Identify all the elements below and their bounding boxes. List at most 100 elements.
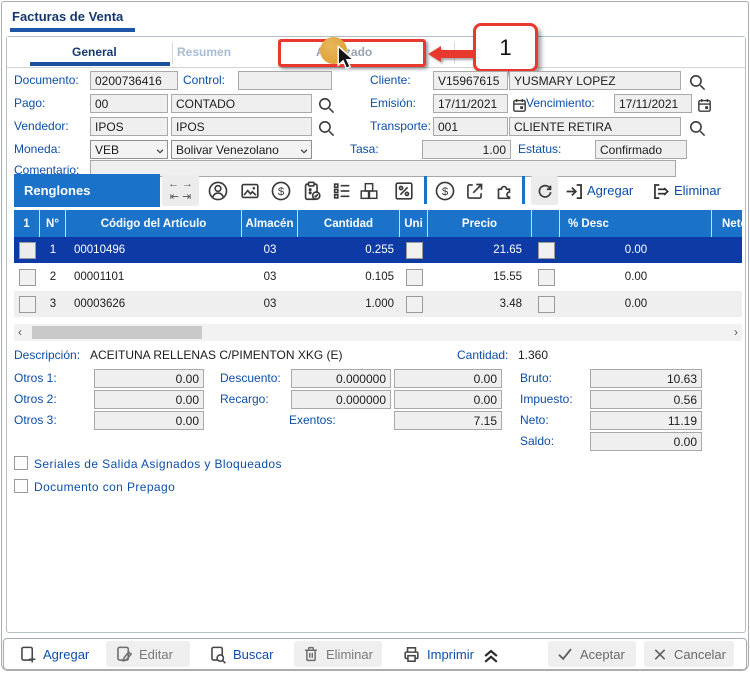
recargo-factor-input[interactable]: 0.000000 bbox=[291, 390, 391, 409]
cell-flag[interactable] bbox=[532, 264, 560, 290]
refresh-icon[interactable] bbox=[531, 176, 558, 205]
imprimir-button[interactable]: Imprimir bbox=[394, 641, 482, 667]
transporte-code-input[interactable]: 001 bbox=[433, 117, 508, 136]
vencimiento-calendar-icon[interactable] bbox=[692, 93, 716, 117]
col-header-cantidad[interactable]: Cantidad bbox=[298, 210, 400, 237]
exentos-label: Exentos: bbox=[289, 413, 336, 427]
documento-input[interactable]: 0200736416 bbox=[90, 71, 178, 90]
cliente-search-icon[interactable] bbox=[685, 70, 709, 94]
row-selector[interactable] bbox=[19, 242, 36, 259]
table-row[interactable]: 2 00001101 03 0.105 15.55 0.00 bbox=[14, 264, 742, 290]
pago-search-icon[interactable] bbox=[314, 93, 338, 117]
flag-checkbox[interactable] bbox=[538, 242, 555, 259]
eliminar-button[interactable]: Eliminar bbox=[294, 641, 382, 667]
cliente-name-input[interactable]: YUSMARY LOPEZ bbox=[509, 71, 681, 90]
otros3-input[interactable]: 0.00 bbox=[94, 411, 204, 430]
control-input[interactable] bbox=[238, 71, 332, 90]
list-icon[interactable] bbox=[330, 179, 354, 203]
stock-icon[interactable] bbox=[357, 179, 381, 203]
col-header-almacen[interactable]: Almacén bbox=[242, 210, 298, 237]
table-row[interactable]: 1 00010496 03 0.255 21.65 0.00 bbox=[14, 237, 742, 263]
add-row-icon[interactable] bbox=[562, 179, 586, 203]
tab-general[interactable]: General bbox=[72, 45, 117, 59]
cell-flag[interactable] bbox=[532, 291, 560, 317]
grid-eliminar-button[interactable]: Eliminar bbox=[674, 183, 721, 198]
image-icon[interactable] bbox=[238, 179, 262, 203]
editar-button[interactable]: Editar bbox=[106, 641, 190, 667]
vendedor-code-input[interactable]: IPOS bbox=[90, 117, 168, 136]
col-header-num[interactable]: N° bbox=[40, 210, 66, 237]
scroll-right-icon[interactable]: › bbox=[734, 325, 738, 339]
otros1-input[interactable]: 0.00 bbox=[94, 369, 204, 388]
cliente-code-input[interactable]: V15967615 bbox=[433, 71, 508, 90]
buscar-button[interactable]: Buscar bbox=[200, 641, 281, 667]
uni-checkbox[interactable] bbox=[406, 242, 423, 259]
scroll-left-icon[interactable]: ‹ bbox=[18, 325, 22, 339]
emision-input[interactable]: 17/11/2021 bbox=[433, 94, 508, 113]
pago-name-input[interactable]: CONTADO bbox=[171, 94, 312, 113]
discount-icon[interactable] bbox=[392, 179, 416, 203]
order-check-icon[interactable] bbox=[300, 179, 324, 203]
cancelar-button[interactable]: Cancelar bbox=[644, 641, 734, 667]
moneda-code-select[interactable]: VEB bbox=[90, 140, 168, 159]
col-header-desc[interactable]: % Desc bbox=[560, 210, 712, 237]
seriales-checkbox[interactable] bbox=[14, 456, 28, 470]
uni-checkbox[interactable] bbox=[406, 269, 423, 286]
transporte-search-icon[interactable] bbox=[685, 116, 709, 140]
descuento-factor-input[interactable]: 0.000000 bbox=[291, 369, 391, 388]
collapse-toolbar-icon[interactable] bbox=[479, 644, 503, 668]
cell-flag[interactable] bbox=[532, 237, 560, 263]
delete-row-icon[interactable] bbox=[649, 179, 673, 203]
flag-checkbox[interactable] bbox=[538, 296, 555, 313]
row-selector[interactable] bbox=[19, 269, 36, 286]
uni-checkbox[interactable] bbox=[406, 296, 423, 313]
prepago-checkbox[interactable] bbox=[14, 479, 28, 493]
trash-icon bbox=[302, 645, 320, 663]
export-icon[interactable] bbox=[462, 179, 486, 203]
col-header-neto[interactable]: Neto bbox=[712, 210, 742, 237]
currency-icon[interactable]: $ bbox=[433, 179, 457, 203]
descuento-input[interactable]: 0.00 bbox=[394, 369, 502, 388]
grid-agregar-button[interactable]: Agregar bbox=[587, 183, 633, 198]
row-select-cell[interactable] bbox=[14, 264, 40, 290]
tasa-label: Tasa: bbox=[350, 142, 379, 156]
col-header-codigo[interactable]: Código del Artículo bbox=[66, 210, 242, 237]
tasa-input[interactable]: 1.00 bbox=[422, 140, 511, 159]
cell-neto bbox=[712, 237, 742, 263]
cell-uni[interactable] bbox=[400, 291, 428, 317]
vendedor-label: Vendedor: bbox=[14, 119, 69, 133]
cell-uni[interactable] bbox=[400, 264, 428, 290]
col-header-sel[interactable]: 1 bbox=[14, 210, 40, 237]
cell-uni[interactable] bbox=[400, 237, 428, 263]
row-selector[interactable] bbox=[19, 296, 36, 313]
col-header-blank[interactable] bbox=[532, 210, 560, 237]
cell-desc: 0.00 bbox=[560, 264, 712, 290]
moneda-name-select[interactable]: Bolivar Venezolano bbox=[171, 140, 312, 159]
horizontal-scrollbar[interactable]: ‹ › bbox=[14, 324, 742, 341]
addon-icon[interactable] bbox=[492, 179, 516, 203]
aceptar-button[interactable]: Aceptar bbox=[548, 641, 636, 667]
buscar-button-label: Buscar bbox=[233, 647, 273, 662]
column-fit-icon[interactable]: ← →⇤ ⇥ bbox=[162, 175, 199, 206]
col-header-uni[interactable]: Uni bbox=[400, 210, 428, 237]
cell-codigo: 00003626 bbox=[66, 291, 242, 317]
tab-resumen[interactable]: Resumen bbox=[177, 45, 231, 59]
vencimiento-input[interactable]: 17/11/2021 bbox=[614, 94, 692, 113]
customer-icon[interactable] bbox=[206, 179, 230, 203]
scrollbar-thumb[interactable] bbox=[32, 326, 202, 339]
flag-checkbox[interactable] bbox=[538, 269, 555, 286]
prepago-checkbox-label: Documento con Prepago bbox=[34, 480, 175, 494]
descripcion-label: Descripción: bbox=[14, 348, 80, 362]
pago-code-input[interactable]: 00 bbox=[90, 94, 168, 113]
row-select-cell[interactable] bbox=[14, 291, 40, 317]
price-icon[interactable]: $ bbox=[269, 179, 293, 203]
row-select-cell[interactable] bbox=[14, 237, 40, 263]
otros2-input[interactable]: 0.00 bbox=[94, 390, 204, 409]
vendedor-name-input[interactable]: IPOS bbox=[171, 117, 312, 136]
vendedor-search-icon[interactable] bbox=[314, 116, 338, 140]
col-header-precio[interactable]: Precio bbox=[428, 210, 532, 237]
agregar-button[interactable]: Agregar bbox=[10, 641, 97, 667]
recargo-input[interactable]: 0.00 bbox=[394, 390, 502, 409]
table-row[interactable]: 3 00003626 03 1.000 3.48 0.00 bbox=[14, 291, 742, 317]
transporte-name-input[interactable]: CLIENTE RETIRA bbox=[509, 117, 681, 136]
